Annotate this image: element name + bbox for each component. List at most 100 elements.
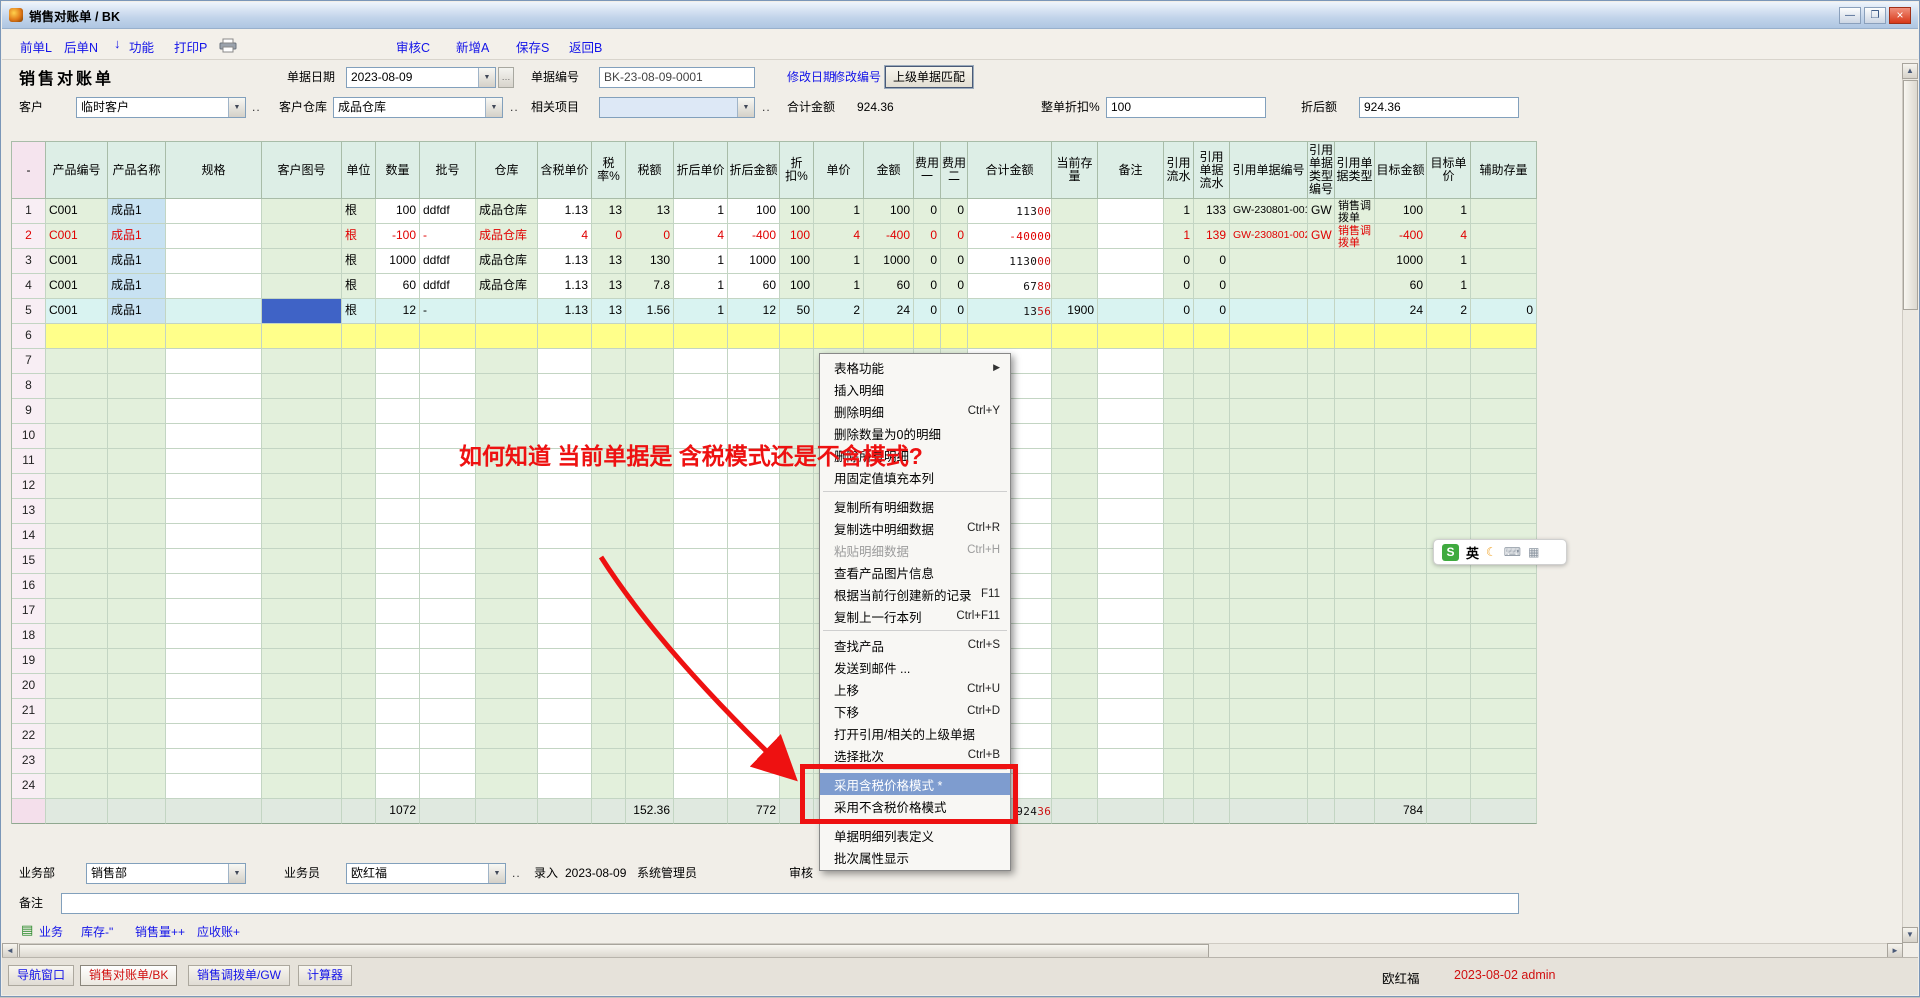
grid-cell[interactable] <box>1194 649 1230 674</box>
grid-cell[interactable]: 1 <box>1427 274 1471 299</box>
grid-cell[interactable] <box>476 724 538 749</box>
grid-cell[interactable] <box>342 449 376 474</box>
grid-cell[interactable] <box>1471 324 1537 349</box>
grid-cell[interactable] <box>674 399 728 424</box>
grid-cell[interactable] <box>1098 274 1164 299</box>
grid-cell[interactable]: 60 <box>1375 274 1427 299</box>
grid-cell[interactable] <box>1194 499 1230 524</box>
grid-cell[interactable]: 10 <box>12 424 46 449</box>
grid-cell[interactable] <box>1335 549 1375 574</box>
grid-cell[interactable] <box>1471 724 1537 749</box>
grid-cell[interactable] <box>1335 524 1375 549</box>
grid-cell[interactable] <box>166 249 262 274</box>
grid-cell[interactable]: 12 <box>728 299 780 324</box>
grid-cell[interactable]: 60 <box>728 274 780 299</box>
grid-cell[interactable] <box>108 724 166 749</box>
grid-cell[interactable] <box>674 699 728 724</box>
grid-cell[interactable]: 0 <box>941 299 968 324</box>
grid-cell[interactable] <box>728 699 780 724</box>
grid-cell[interactable] <box>166 524 262 549</box>
grid-cell[interactable] <box>1308 424 1335 449</box>
grid-cell[interactable] <box>1375 649 1427 674</box>
grid-cell[interactable] <box>1471 249 1537 274</box>
save-button[interactable]: 保存S <box>516 37 549 56</box>
grid-cell[interactable] <box>1164 674 1194 699</box>
grid-cell[interactable] <box>1164 624 1194 649</box>
col-header-disc_pct[interactable]: 折扣% <box>780 141 814 199</box>
grid-cell[interactable] <box>1375 449 1427 474</box>
grid-cell[interactable]: 12 <box>12 474 46 499</box>
dropdown-icon[interactable]: ▼ <box>228 98 245 117</box>
grid-cell[interactable] <box>538 499 592 524</box>
grid-cell[interactable] <box>1375 574 1427 599</box>
grid-cell[interactable] <box>1164 774 1194 799</box>
menu-item[interactable]: 复制选中明细数据Ctrl+R <box>820 517 1010 539</box>
grid-cell[interactable] <box>166 199 262 224</box>
grid-cell[interactable]: 1.56 <box>626 299 674 324</box>
grid-cell[interactable]: 根 <box>342 274 376 299</box>
grid-cell[interactable] <box>108 499 166 524</box>
grid-cell[interactable] <box>592 399 626 424</box>
grid-cell[interactable] <box>1375 724 1427 749</box>
grid-cell[interactable] <box>1375 424 1427 449</box>
grid-cell[interactable] <box>1194 724 1230 749</box>
grid-cell[interactable] <box>1194 374 1230 399</box>
grid-cell[interactable] <box>1052 624 1098 649</box>
grid-cell[interactable] <box>476 549 538 574</box>
grid-cell[interactable] <box>1194 449 1230 474</box>
grid-cell[interactable] <box>1375 524 1427 549</box>
grid-cell[interactable]: 成品仓库 <box>476 224 538 249</box>
audit-button[interactable]: 审核C <box>396 37 430 56</box>
grid-cell[interactable] <box>262 374 342 399</box>
grid-cell[interactable] <box>592 499 626 524</box>
grid-cell[interactable] <box>166 674 262 699</box>
grid-cell[interactable] <box>1308 449 1335 474</box>
menu-item[interactable]: 插入明细 <box>820 378 1010 400</box>
col-header-price[interactable]: 单价 <box>814 141 864 199</box>
grid-cell[interactable] <box>1230 449 1308 474</box>
grid-cell[interactable] <box>626 674 674 699</box>
grid-cell[interactable]: C001 <box>46 274 108 299</box>
dropdown-icon[interactable]: ▼ <box>737 98 754 117</box>
grid-cell[interactable] <box>1427 449 1471 474</box>
grid-cell[interactable] <box>1427 674 1471 699</box>
grid-cell[interactable] <box>420 574 476 599</box>
grid-cell[interactable] <box>728 349 780 374</box>
col-header-ref_doc_no[interactable]: 引用单据编号 <box>1230 141 1308 199</box>
grid-cell[interactable]: 根 <box>342 249 376 274</box>
grid-cell[interactable] <box>592 624 626 649</box>
grid-cell[interactable] <box>342 724 376 749</box>
grid-cell[interactable] <box>166 399 262 424</box>
grid-cell[interactable] <box>1375 324 1427 349</box>
grid-cell[interactable]: 1.13 <box>538 199 592 224</box>
grid-cell[interactable] <box>1335 774 1375 799</box>
grid-cell[interactable] <box>420 549 476 574</box>
grid-cell[interactable] <box>626 774 674 799</box>
grid-cell[interactable] <box>728 749 780 774</box>
grid-cell[interactable]: 22 <box>12 724 46 749</box>
grid-cell[interactable]: ddfdf <box>420 274 476 299</box>
grid-cell[interactable]: 1.13 <box>538 299 592 324</box>
grid-cell[interactable] <box>1052 374 1098 399</box>
grid-cell[interactable] <box>1098 374 1164 399</box>
grid-cell[interactable] <box>420 474 476 499</box>
grid-cell[interactable]: 60 <box>376 274 420 299</box>
grid-cell[interactable] <box>674 749 728 774</box>
grid-cell[interactable] <box>626 699 674 724</box>
grid-cell[interactable] <box>1164 349 1194 374</box>
grid-cell[interactable] <box>376 699 420 724</box>
grid-cell[interactable] <box>626 624 674 649</box>
grid-cell[interactable]: 6 <box>12 324 46 349</box>
grid-cell[interactable] <box>592 774 626 799</box>
grid-cell[interactable] <box>538 574 592 599</box>
grid-cell[interactable]: -400 <box>864 224 914 249</box>
grid-cell[interactable] <box>1052 224 1098 249</box>
grid-cell[interactable] <box>476 574 538 599</box>
close-icon[interactable]: × <box>1889 7 1911 24</box>
grid-cell[interactable] <box>262 199 342 224</box>
taskbar-item-transfer-doc[interactable]: 销售调拨单/GW <box>188 965 290 986</box>
col-header-ref_seq[interactable]: 引用流水 <box>1164 141 1194 199</box>
grid-cell[interactable] <box>166 424 262 449</box>
grid-cell[interactable] <box>1335 599 1375 624</box>
grid-cell[interactable] <box>166 699 262 724</box>
